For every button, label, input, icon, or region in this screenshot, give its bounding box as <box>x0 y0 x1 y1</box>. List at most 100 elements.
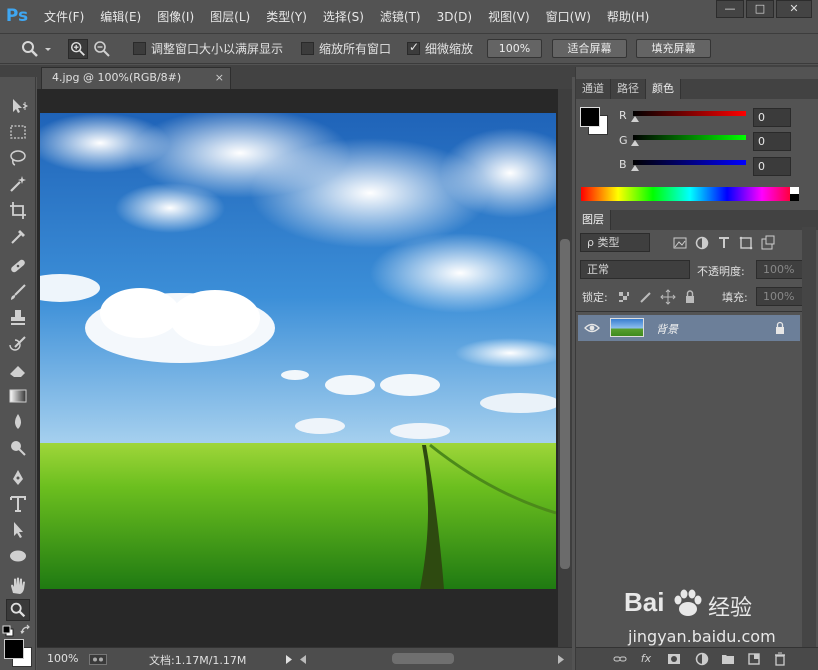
layer-row-background[interactable]: 背景 <box>578 315 800 341</box>
ellipse-tool-icon[interactable] <box>6 545 30 567</box>
green-slider[interactable] <box>633 135 746 140</box>
new-layer-icon[interactable] <box>746 651 762 667</box>
spectrum-white[interactable] <box>790 187 799 194</box>
menu-edit[interactable]: 编辑(E) <box>94 8 147 26</box>
blend-mode-dropdown[interactable]: 正常 <box>580 260 690 279</box>
scroll-left-icon[interactable] <box>299 654 307 665</box>
filter-adjustment-icon[interactable] <box>694 235 710 251</box>
blur-tool-icon[interactable] <box>6 411 30 433</box>
menu-help[interactable]: 帮助(H) <box>601 8 655 26</box>
filter-pixel-icon[interactable] <box>672 235 688 251</box>
healing-brush-icon[interactable] <box>6 255 30 277</box>
filter-type-icon[interactable] <box>716 235 732 251</box>
link-icon[interactable] <box>612 651 628 667</box>
mask-icon[interactable] <box>666 651 682 667</box>
menu-select[interactable]: 选择(S) <box>317 8 370 26</box>
lock-all-icon[interactable] <box>682 289 698 305</box>
document-tab[interactable]: 4.jpg @ 100%(RGB/8#) × <box>41 67 231 89</box>
tool-preset-dropdown-icon[interactable] <box>42 39 54 59</box>
menu-window[interactable]: 窗口(W) <box>540 8 597 26</box>
history-brush-icon[interactable] <box>6 333 30 355</box>
scrubby-zoom-checkbox[interactable] <box>407 40 420 55</box>
menu-view[interactable]: 视图(V) <box>482 8 536 26</box>
move-tool-icon[interactable] <box>6 95 30 117</box>
fill-screen-button[interactable]: 填充屏幕 <box>636 39 711 58</box>
green-value-field[interactable]: 0 <box>753 132 791 151</box>
color-spectrum-bar[interactable] <box>581 187 799 201</box>
maximize-button[interactable]: □ <box>746 0 774 18</box>
status-share-icon[interactable] <box>89 654 107 665</box>
layer-filter-dropdown[interactable]: ρ 类型 <box>580 233 650 252</box>
canvas-area[interactable] <box>37 89 558 647</box>
opacity-field[interactable]: 100% <box>756 260 808 279</box>
zoom-all-windows-checkbox[interactable] <box>301 42 314 55</box>
spectrum-black[interactable] <box>790 194 799 201</box>
menu-3d[interactable]: 3D(D) <box>431 8 478 26</box>
menu-filter[interactable]: 滤镜(T) <box>374 8 427 26</box>
close-button[interactable]: ✕ <box>776 0 812 18</box>
gradient-tool-icon[interactable] <box>6 385 30 407</box>
visibility-eye-icon[interactable] <box>584 321 600 335</box>
zoom-level[interactable]: 100% <box>47 652 78 665</box>
tab-channels[interactable]: 通道 <box>576 79 611 99</box>
green-slider-knob[interactable] <box>631 140 639 146</box>
filter-shape-icon[interactable] <box>738 235 754 251</box>
magic-wand-icon[interactable] <box>6 173 30 195</box>
group-icon[interactable] <box>720 651 736 667</box>
swap-colors-icon[interactable] <box>20 624 32 636</box>
eyedropper-icon[interactable] <box>6 225 30 247</box>
trash-icon[interactable] <box>772 651 788 667</box>
dodge-tool-icon[interactable] <box>6 437 30 459</box>
clone-stamp-icon[interactable] <box>6 307 30 329</box>
red-slider-knob[interactable] <box>631 116 639 122</box>
tab-color[interactable]: 颜色 <box>646 79 681 99</box>
path-selection-icon[interactable] <box>6 519 30 541</box>
zoom-in-icon[interactable] <box>68 39 88 59</box>
zoom-out-icon[interactable] <box>92 39 112 59</box>
marquee-tool-icon[interactable] <box>6 121 30 143</box>
filter-smart-object-icon[interactable] <box>760 235 776 251</box>
fill-field[interactable]: 100% <box>756 287 808 306</box>
hand-tool-icon[interactable] <box>6 575 30 597</box>
vertical-scroll-thumb[interactable] <box>560 239 570 569</box>
adjustment-icon[interactable] <box>694 651 710 667</box>
default-colors-icon[interactable] <box>2 625 14 637</box>
scroll-right-icon[interactable] <box>557 654 565 665</box>
eraser-icon[interactable] <box>6 359 30 381</box>
red-value-field[interactable]: 0 <box>753 108 791 127</box>
lock-position-icon[interactable] <box>660 289 676 305</box>
zoom-tool-icon[interactable] <box>20 39 40 59</box>
fx-icon[interactable]: fx <box>638 651 654 667</box>
lock-transparency-icon[interactable] <box>616 289 632 305</box>
crop-tool-icon[interactable] <box>6 199 30 221</box>
menu-image[interactable]: 图像(I) <box>151 8 200 26</box>
zoom-tool-active-icon[interactable] <box>6 599 30 621</box>
lasso-tool-icon[interactable] <box>6 147 30 169</box>
close-tab-icon[interactable]: × <box>215 68 224 88</box>
blue-slider[interactable] <box>633 160 746 165</box>
blue-slider-knob[interactable] <box>631 165 639 171</box>
menu-type[interactable]: 类型(Y) <box>260 8 313 26</box>
color-panel-foreground-swatch[interactable] <box>580 107 600 127</box>
fit-screen-button[interactable]: 适合屏幕 <box>552 39 627 58</box>
pen-tool-icon[interactable] <box>6 467 30 489</box>
horizontal-scroll-thumb[interactable] <box>392 653 454 664</box>
menu-file[interactable]: 文件(F) <box>38 8 90 26</box>
lock-image-icon[interactable] <box>638 289 654 305</box>
menu-layer[interactable]: 图层(L) <box>204 8 256 26</box>
tab-paths[interactable]: 路径 <box>611 79 646 99</box>
actual-pixels-button[interactable]: 100% <box>487 39 542 58</box>
brush-tool-icon[interactable] <box>6 281 30 303</box>
blue-value-field[interactable]: 0 <box>753 157 791 176</box>
red-slider[interactable] <box>633 111 746 116</box>
status-menu-arrow-icon[interactable] <box>285 654 293 665</box>
document-canvas-image[interactable] <box>40 113 556 589</box>
tab-layers[interactable]: 图层 <box>576 210 611 230</box>
type-tool-icon[interactable] <box>6 493 30 515</box>
layers-scrollbar[interactable] <box>802 227 816 647</box>
vertical-scrollbar[interactable] <box>558 89 572 647</box>
foreground-color-swatch[interactable] <box>4 639 24 659</box>
resize-windows-checkbox[interactable] <box>133 42 146 55</box>
minimize-button[interactable]: — <box>716 0 744 18</box>
layer-name[interactable]: 背景 <box>656 321 678 337</box>
